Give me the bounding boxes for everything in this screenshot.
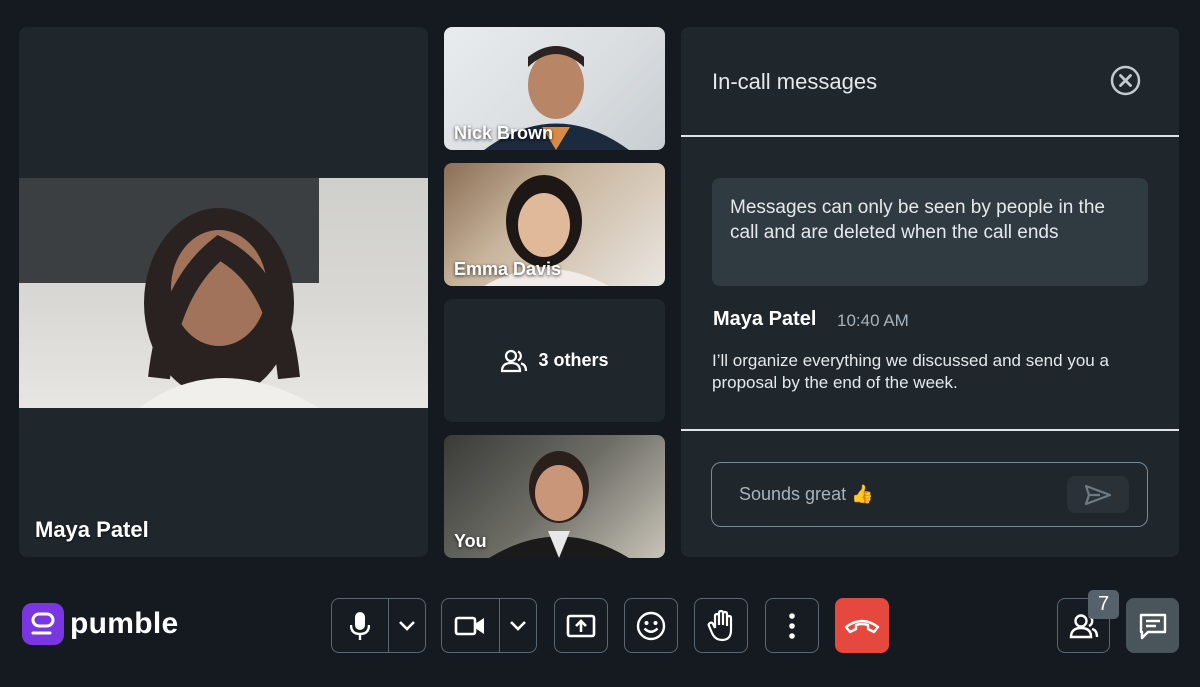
others-tile[interactable]: 3 others	[444, 299, 665, 422]
main-speaker-tile[interactable]: Maya Patel	[19, 27, 428, 557]
microphone-control	[331, 598, 426, 653]
microphone-icon	[349, 611, 370, 640]
microphone-options-button[interactable]	[389, 599, 426, 652]
chevron-down-icon	[399, 620, 415, 631]
divider	[681, 135, 1179, 137]
microphone-button[interactable]	[332, 599, 388, 652]
camera-options-button[interactable]	[500, 599, 537, 652]
message-input[interactable]: Sounds great 👍	[711, 462, 1148, 527]
chat-panel: In-call messages Messages can only be se…	[681, 27, 1179, 557]
logo-text: pumble	[70, 607, 179, 640]
chat-notice: Messages can only be seen by people in t…	[712, 178, 1148, 286]
divider	[681, 429, 1179, 431]
end-call-button[interactable]	[835, 598, 889, 653]
others-label: 3 others	[538, 350, 609, 370]
close-chat-button[interactable]	[1110, 65, 1141, 96]
more-vertical-icon	[789, 612, 795, 639]
chat-title: In-call messages	[712, 69, 878, 94]
message-input-value: Sounds great 👍	[739, 484, 874, 504]
send-icon	[1084, 484, 1112, 505]
chat-toggle-button[interactable]	[1126, 598, 1179, 653]
raise-hand-button[interactable]	[694, 598, 748, 653]
main-speaker-name: Maya Patel	[35, 517, 149, 542]
chevron-down-icon	[510, 620, 526, 631]
participants-count-badge: 7	[1088, 590, 1119, 619]
camera-control	[441, 598, 537, 653]
raise-hand-icon	[707, 609, 733, 641]
video-camera-icon	[454, 616, 484, 635]
participant-name: Emma Davis	[454, 259, 562, 279]
participant-name: You	[454, 531, 487, 551]
main-speaker-video	[19, 178, 428, 408]
camera-button[interactable]	[442, 599, 499, 652]
emoji-reaction-button[interactable]	[624, 598, 678, 653]
participant-tile-self[interactable]: You	[444, 435, 665, 558]
message-author: Maya Patel	[713, 308, 817, 330]
close-icon	[1110, 65, 1141, 96]
people-icon	[501, 349, 528, 372]
screen-share-icon	[566, 614, 596, 637]
more-options-button[interactable]	[765, 598, 819, 653]
pumble-logo: pumble	[22, 603, 178, 645]
screen-share-button[interactable]	[554, 598, 608, 653]
emoji-icon	[636, 611, 666, 640]
end-call-icon	[844, 619, 880, 633]
send-button[interactable]	[1067, 476, 1129, 513]
participant-name: Nick Brown	[454, 123, 554, 143]
chat-icon	[1139, 613, 1166, 639]
logo-mark-icon	[22, 603, 64, 645]
participant-tile-emma-davis[interactable]: Emma Davis	[444, 163, 665, 286]
message-time: 10:40 AM	[837, 311, 909, 330]
message-text: I’ll organize everything we discussed an…	[712, 351, 1109, 392]
participant-tile-nick-brown[interactable]: Nick Brown	[444, 27, 665, 150]
